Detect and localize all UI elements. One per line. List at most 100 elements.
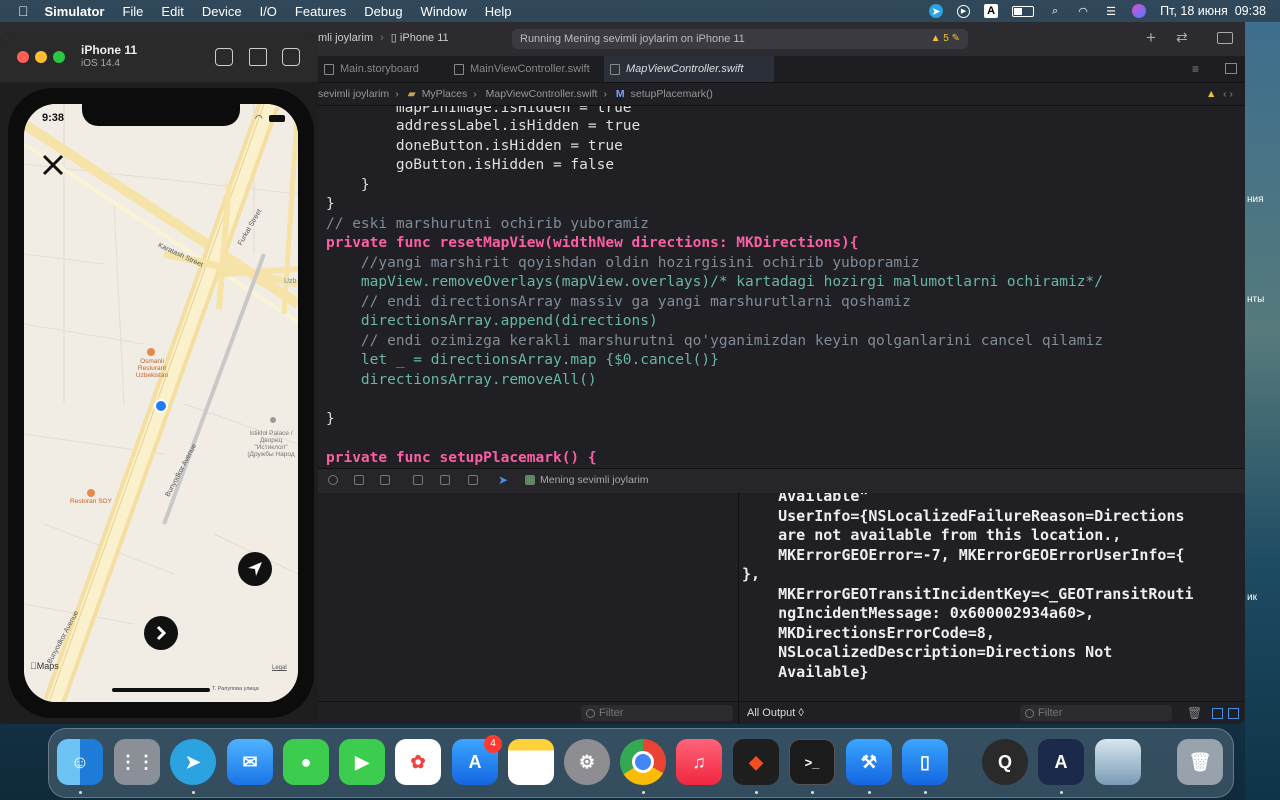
editor-options-icon[interactable]: ≡ bbox=[1192, 62, 1199, 76]
jumpbar-method[interactable]: setupPlacemark() bbox=[631, 88, 713, 100]
menu-debug[interactable]: Debug bbox=[364, 4, 402, 19]
system-preferences-icon[interactable]: ⚙ bbox=[564, 739, 610, 785]
menu-io[interactable]: I/O bbox=[260, 4, 277, 19]
dock: ☺ ⋮⋮ ➤ ✉ ● ▶ ✿ A4 ⚙ ♫ ◆ >_ ⚒ ▯ Q A 🗑 bbox=[48, 728, 1234, 798]
play-status-icon[interactable]: ▶ bbox=[957, 4, 971, 18]
add-icon[interactable]: + bbox=[1146, 28, 1156, 48]
scheme-name: mli joylarim bbox=[318, 32, 373, 44]
wifi-icon[interactable]: ◠ bbox=[1076, 4, 1090, 18]
jumpbar-group[interactable]: MyPlaces bbox=[422, 88, 468, 100]
facetime-icon[interactable]: ▶ bbox=[339, 739, 385, 785]
memory-graph-icon[interactable] bbox=[440, 475, 450, 485]
warning-badge[interactable]: ▲ 5 ✎ bbox=[931, 29, 960, 49]
photos-icon[interactable]: ✿ bbox=[395, 739, 441, 785]
variables-pane[interactable] bbox=[318, 493, 739, 724]
debug-continue-icon[interactable] bbox=[328, 475, 338, 485]
console-line: ngIncidentMessage: 0x600002934a60>, bbox=[742, 604, 1095, 622]
apple-icon[interactable]:  bbox=[18, 3, 29, 19]
nav-arrows-icon[interactable]: ‹ › bbox=[1223, 83, 1233, 105]
step-into-icon[interactable] bbox=[380, 475, 390, 485]
menu-file[interactable]: File bbox=[122, 4, 143, 19]
variables-filter-input[interactable]: Filter bbox=[581, 705, 733, 721]
poi-label[interactable]: Istiklol Palace / Дворец "Истиклол" (Дру… bbox=[244, 430, 298, 458]
figma-icon[interactable]: ◆ bbox=[733, 739, 779, 785]
music-icon[interactable]: ♫ bbox=[676, 739, 722, 785]
location-simulate-icon[interactable]: ➤ bbox=[498, 473, 508, 487]
quicktime-icon[interactable]: Q bbox=[982, 739, 1028, 785]
control-center-icon[interactable]: ☰ bbox=[1104, 4, 1118, 18]
split-view-left-icon[interactable] bbox=[1212, 708, 1223, 719]
menu-features[interactable]: Features bbox=[295, 4, 346, 19]
desktop-label: нты bbox=[1247, 294, 1265, 305]
rotate-icon[interactable] bbox=[282, 48, 300, 66]
search-icon[interactable]: ⌕ bbox=[1048, 4, 1062, 18]
chrome-icon[interactable] bbox=[620, 739, 666, 785]
console-filter-bar: All Output ◊ Filter 🗑 bbox=[740, 701, 1245, 724]
tab-label: MapViewController.swift bbox=[626, 63, 744, 75]
keyboard-layout-icon[interactable]: A bbox=[984, 4, 999, 18]
mail-icon[interactable]: ✉ bbox=[227, 739, 273, 785]
tab-main-storyboard[interactable]: Main.storyboard bbox=[318, 56, 448, 82]
close-window-button[interactable] bbox=[17, 51, 29, 63]
tab-map-view-controller[interactable]: MapViewController.swift bbox=[604, 56, 774, 82]
split-editor-icon[interactable] bbox=[1225, 63, 1237, 74]
launchpad-icon[interactable]: ⋮⋮ bbox=[114, 739, 160, 785]
edge-map-label: Uzb bbox=[284, 278, 297, 285]
go-button[interactable] bbox=[144, 616, 178, 650]
running-indicator bbox=[79, 791, 82, 794]
finder-icon[interactable]: ☺ bbox=[57, 739, 103, 785]
zoom-window-button[interactable] bbox=[53, 51, 65, 63]
user-location-button[interactable] bbox=[238, 552, 272, 586]
environment-overrides-icon[interactable] bbox=[468, 475, 478, 485]
preview-icon[interactable] bbox=[1095, 739, 1141, 785]
jumpbar-project[interactable]: sevimli joylarim bbox=[318, 88, 389, 100]
view-debugger-icon[interactable] bbox=[413, 475, 423, 485]
telegram-status-icon[interactable]: ➤ bbox=[929, 4, 944, 18]
console-output[interactable]: Available" UserInfo={NSLocalizedFailureR… bbox=[740, 493, 1245, 699]
debug-target-label[interactable]: Mening sevimli joylarim bbox=[540, 474, 649, 486]
minimize-window-button[interactable] bbox=[35, 51, 47, 63]
app-store-icon[interactable]: A4 bbox=[452, 735, 502, 785]
poi-label[interactable]: Osmanli Resturant Uzbekistan bbox=[128, 358, 176, 379]
step-over-icon[interactable] bbox=[354, 475, 364, 485]
tab-main-view-controller[interactable]: MainViewController.swift bbox=[448, 56, 604, 82]
siri-icon[interactable] bbox=[1132, 4, 1147, 18]
home-icon[interactable] bbox=[249, 48, 267, 66]
xcode-icon[interactable]: ⚒ bbox=[846, 739, 892, 785]
scheme-selector[interactable]: mli joylarim › ▯ iPhone 11 bbox=[318, 31, 449, 44]
console-filter-input[interactable]: Filter bbox=[1020, 705, 1172, 721]
battery-icon[interactable] bbox=[1012, 5, 1035, 17]
menu-help[interactable]: Help bbox=[485, 4, 512, 19]
code-line: directionsArray.removeAll() bbox=[326, 372, 597, 388]
jumpbar-file[interactable]: MapViewController.swift bbox=[486, 88, 598, 100]
legal-link[interactable]: Legal bbox=[272, 665, 287, 671]
menu-datetime[interactable]: Пт, 18 июня 09:38 bbox=[1160, 4, 1266, 18]
output-selector[interactable]: All Output ◊ bbox=[747, 707, 804, 719]
tab-label: Main.storyboard bbox=[340, 63, 419, 75]
close-map-button[interactable] bbox=[40, 152, 66, 178]
screenshot-icon[interactable] bbox=[215, 48, 233, 66]
map-view[interactable] bbox=[24, 104, 298, 702]
street-label: Т. Рапупова улица bbox=[212, 686, 259, 692]
menu-window[interactable]: Window bbox=[421, 4, 467, 19]
notes-icon[interactable] bbox=[508, 739, 554, 785]
menu-edit[interactable]: Edit bbox=[161, 4, 183, 19]
messages-icon[interactable]: ● bbox=[283, 739, 329, 785]
terminal-icon[interactable]: >_ bbox=[789, 739, 835, 785]
code-line: private func resetMapView(widthNew direc… bbox=[326, 235, 859, 251]
poi-label[interactable]: Restoran SOY bbox=[64, 498, 118, 505]
telegram-icon[interactable]: ➤ bbox=[170, 739, 216, 785]
menu-device[interactable]: Device bbox=[202, 4, 242, 19]
code-editor[interactable]: mapPinImage.isHidden = true addressLabel… bbox=[318, 106, 1245, 466]
menu-app-name[interactable]: Simulator bbox=[45, 4, 105, 19]
running-indicator bbox=[811, 791, 814, 794]
restaurant-pin-icon bbox=[87, 489, 95, 497]
split-view-right-icon[interactable] bbox=[1228, 708, 1239, 719]
trash-icon[interactable]: 🗑 bbox=[1177, 739, 1223, 785]
swap-arrows-icon[interactable]: ⇄ bbox=[1176, 29, 1188, 46]
trash-icon[interactable]: 🗑 bbox=[1187, 706, 1202, 720]
instruments-icon[interactable]: A bbox=[1038, 739, 1084, 785]
warning-icon[interactable]: ▲ bbox=[1206, 83, 1216, 105]
inspector-toggle-icon[interactable] bbox=[1217, 32, 1233, 44]
simulator-icon[interactable]: ▯ bbox=[902, 739, 948, 785]
